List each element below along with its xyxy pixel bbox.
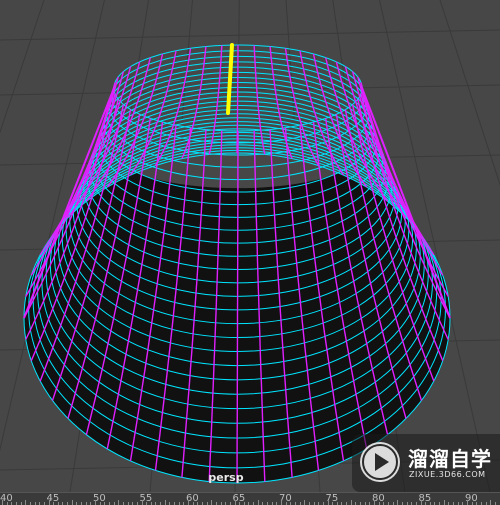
frame-tick xyxy=(281,500,282,505)
frame-tick xyxy=(258,500,259,505)
grid-line xyxy=(0,0,44,492)
frame-tick xyxy=(72,500,73,505)
wireframe-edge xyxy=(237,45,238,153)
grid-line xyxy=(0,30,500,40)
frame-tick xyxy=(421,500,422,505)
play-logo-icon xyxy=(360,442,400,482)
frame-tick xyxy=(118,500,119,505)
frame-tick xyxy=(397,500,398,505)
grid-line xyxy=(0,85,500,95)
selected-edge xyxy=(228,45,232,113)
frame-tick xyxy=(49,500,50,505)
frame-tick xyxy=(444,500,445,505)
grid-line xyxy=(440,0,500,492)
frame-tick xyxy=(25,500,26,505)
time-slider[interactable]: 4045505560657075808590 xyxy=(0,492,500,505)
camera-label: persp xyxy=(206,471,246,484)
frame-tick xyxy=(304,500,305,505)
wireframe-scene[interactable] xyxy=(0,0,500,492)
frame-tick xyxy=(351,500,352,505)
frame-tick xyxy=(467,500,468,505)
frame-tick xyxy=(490,500,491,505)
watermark: 溜溜自学 ZIXUE.3D66.COM xyxy=(352,434,500,492)
frame-tick xyxy=(188,500,189,505)
frame-tick xyxy=(165,500,166,505)
frame-tick xyxy=(2,500,3,505)
frame-tick xyxy=(374,500,375,505)
persp-viewport[interactable]: persp xyxy=(0,0,500,492)
frame-tick xyxy=(95,500,96,505)
frame-tick xyxy=(235,500,236,505)
frame-tick xyxy=(328,500,329,505)
frame-tick xyxy=(142,500,143,505)
watermark-url: ZIXUE.3D66.COM xyxy=(409,470,486,479)
frame-tick xyxy=(211,500,212,505)
watermark-name: 溜溜自学 xyxy=(408,443,492,472)
